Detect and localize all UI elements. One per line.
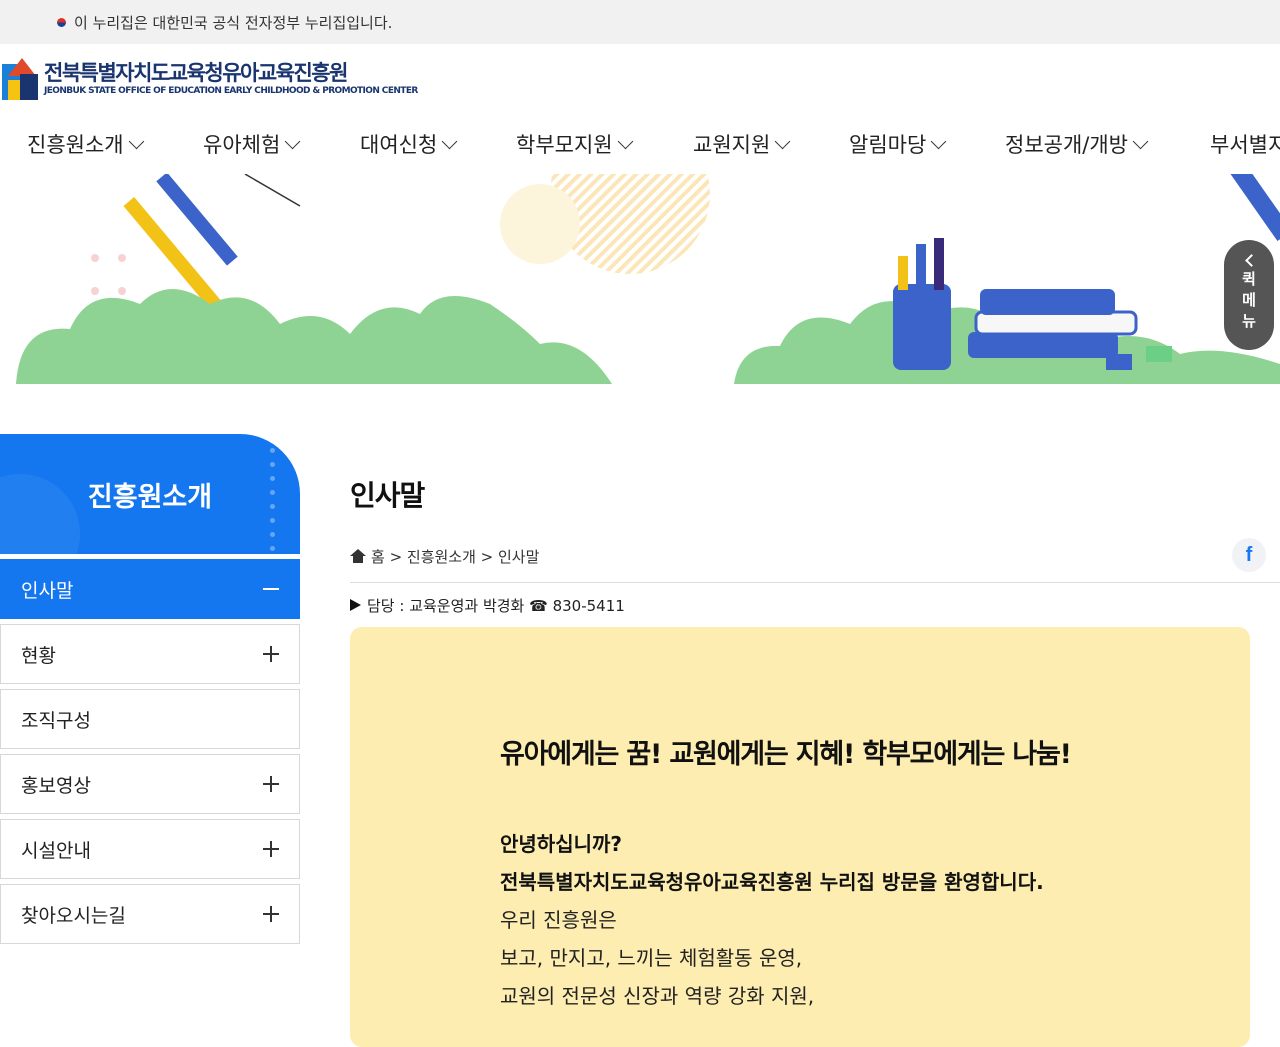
greeting-line: 안녕하십니까? [500,832,623,856]
quick-menu[interactable]: 퀵 메 뉴 [1224,240,1274,350]
page-title: 인사말 [350,479,425,512]
korea-flag-icon [52,16,70,29]
chevron-down-icon [1132,133,1149,149]
greeting-line: 교원의 전문성 신장과 역량 강화 지원, [500,984,815,1008]
sidebar-item-organization[interactable]: 조직구성 [0,689,300,749]
chevron-down-icon [442,133,458,149]
chevron-down-icon [775,133,791,149]
nav-parents[interactable]: 학부모지원 [516,129,633,159]
main-navigation: 진흥원소개 유아체험 대여신청 학부모지원 교원지원 알림마당 정보공개/개방 … [0,114,1280,174]
hero-banner: 퀵 메 뉴 [0,174,1280,384]
plus-icon [263,906,279,922]
logo-subtitle: JEONBUK STATE OFFICE OF EDUCATION EARLY … [44,86,418,96]
site-header: 전북특별자치도교육청유아교육진흥원 JEONBUK STATE OFFICE O… [0,44,1280,114]
sidebar-item-greeting[interactable]: 인사말 [0,559,300,619]
hero-illustration [0,174,1280,384]
greeting-line: 우리 진흥원은 [500,908,617,932]
greeting-line: 보고, 만지고, 느끼는 체험활동 운영, [500,946,803,970]
main-content: 인사말 홈 > 진흥원소개 > 인사말 f 담당 : 교육운영과 박경화 ☎ 8… [350,434,1280,1047]
quick-menu-char: 뉴 [1242,312,1256,330]
sidebar-title: 진흥원소개 [0,434,300,554]
chevron-down-icon [128,133,144,149]
sidebar: 진흥원소개 인사말 현황 조직구성 홍보영상 시설안내 찾아오시는길 [0,434,300,944]
triangle-right-icon [350,599,361,611]
divider [350,582,1280,583]
greeting-box: 유아에게는 꿈! 교원에게는 지혜! 학부모에게는 나눔! 안녕하십니까? 전북… [350,627,1250,1047]
logo-mark-icon [2,56,42,102]
chevron-down-icon [931,133,947,149]
chevron-left-icon [1244,254,1258,267]
home-icon[interactable] [350,549,366,563]
sidebar-item-facilities[interactable]: 시설안내 [0,819,300,879]
nav-info[interactable]: 정보공개/개방 [1005,129,1149,159]
sidebar-item-status[interactable]: 현황 [0,624,300,684]
facebook-share-icon[interactable]: f [1232,538,1266,572]
gov-banner-text: 이 누리집은 대한민국 공식 전자정부 누리집입니다. [74,13,393,32]
plus-icon [263,646,279,662]
sidebar-item-video[interactable]: 홍보영상 [0,754,300,814]
nav-intro[interactable]: 진흥원소개 [27,129,144,159]
sidebar-item-directions[interactable]: 찾아오시는길 [0,884,300,944]
plus-icon [263,776,279,792]
chevron-down-icon [617,133,633,149]
greeting-line: 전북특별자치도교육청유아교육진흥원 누리집 방문을 환영합니다. [500,870,1044,894]
nav-notice[interactable]: 알림마당 [849,129,947,159]
nav-teachers[interactable]: 교원지원 [693,129,791,159]
nav-departments[interactable]: 부서별지 [1210,129,1280,159]
logo-title: 전북특별자치도교육청유아교육진흥원 [44,61,348,85]
gov-banner: 이 누리집은 대한민국 공식 전자정부 누리집입니다. [0,0,1280,44]
minus-icon [263,588,279,590]
nav-experience[interactable]: 유아체험 [203,129,301,159]
plus-icon [263,841,279,857]
chevron-down-icon [285,133,301,149]
nav-rental[interactable]: 대여신청 [360,129,458,159]
breadcrumb: 홈 > 진흥원소개 > 인사말 [350,544,1280,568]
quick-menu-char: 메 [1242,291,1256,309]
quick-menu-char: 퀵 [1242,270,1256,288]
manager-info: 담당 : 교육운영과 박경화 ☎ 830-5411 [350,595,1280,615]
greeting-title: 유아에게는 꿈! 교원에게는 지혜! 학부모에게는 나눔! [500,739,1072,770]
site-logo[interactable]: 전북특별자치도교육청유아교육진흥원 JEONBUK STATE OFFICE O… [2,56,418,102]
breadcrumb-text[interactable]: 홈 > 진흥원소개 > 인사말 [371,546,539,567]
